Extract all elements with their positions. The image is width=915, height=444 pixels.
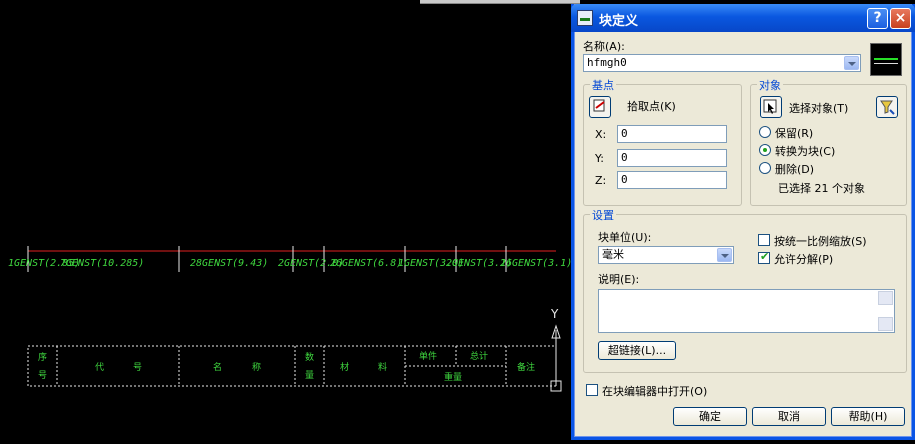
retain-label: 保留(R): [775, 127, 814, 140]
hyperlink-button[interactable]: 超链接(L)...: [598, 341, 676, 360]
scroll-down-icon[interactable]: [878, 317, 893, 331]
settings-group: 设置 块单位(U): 毫米 按统一比例缩放(S) 允许分解(P) 说明(E): …: [583, 207, 907, 373]
table-label: 序: [38, 351, 47, 363]
settings-title: 设置: [590, 207, 616, 223]
pick-point-label: 拾取点(K): [627, 100, 676, 113]
quick-select-button[interactable]: [876, 96, 898, 118]
scroll-up-icon[interactable]: [878, 291, 893, 305]
objects-title: 对象: [757, 77, 783, 93]
table-label: 料: [378, 361, 387, 373]
base-point-group: 基点 拾取点(K) X: 0 Y: 0 Z: 0: [583, 77, 742, 206]
dialog-titlebar[interactable]: 块定义 ? ×: [571, 4, 915, 32]
pick-point-icon: [593, 99, 605, 112]
y-value: 0: [621, 151, 628, 164]
close-icon[interactable]: ×: [890, 8, 911, 29]
description-label: 说明(E):: [598, 273, 640, 286]
select-objects-icon: [763, 99, 777, 114]
table-label: 单件: [419, 350, 437, 362]
pick-point-button[interactable]: [589, 96, 611, 118]
table-label: 数: [305, 351, 314, 363]
selected-count: 已选择 21 个对象: [778, 182, 865, 195]
name-value: hfmgh0: [587, 56, 627, 69]
delete-radio[interactable]: [759, 162, 771, 174]
objects-group: 对象 选择对象(T) 保留(R) 转换为块(C) 删除(D) 已选择 21 个对…: [750, 77, 907, 206]
ucs-y-label: Y: [550, 307, 559, 321]
help-icon[interactable]: ?: [867, 8, 888, 29]
gen-label: 26GENST(6.8): [330, 258, 402, 269]
block-unit-label: 块单位(U):: [598, 231, 652, 244]
block-definition-dialog: 块定义 ? × 名称(A): hfmgh0 基点 拾取点(K) X: 0 Y: …: [571, 4, 915, 440]
chevron-down-icon[interactable]: [844, 56, 859, 70]
select-objects-label: 选择对象(T): [789, 102, 849, 115]
open-in-editor-checkbox[interactable]: [586, 384, 598, 396]
ucs-icon: [550, 324, 562, 392]
dialog-title: 块定义: [599, 14, 639, 29]
z-value: 0: [621, 173, 628, 186]
table-label: 代: [95, 362, 104, 373]
table-label: 名: [213, 361, 222, 373]
z-label: Z:: [595, 174, 607, 187]
name-combobox[interactable]: hfmgh0: [583, 54, 861, 72]
help-button[interactable]: 帮助(H): [831, 407, 905, 426]
table-label: 重量: [444, 371, 462, 383]
z-field[interactable]: 0: [617, 171, 727, 189]
allow-explode-label: 允许分解(P): [774, 253, 834, 266]
base-point-title: 基点: [590, 77, 616, 93]
delete-label: 删除(D): [775, 163, 815, 176]
y-label: Y:: [595, 152, 604, 165]
description-textarea[interactable]: [598, 289, 895, 333]
x-field[interactable]: 0: [617, 125, 727, 143]
table-label: 总计: [470, 350, 488, 362]
table-label: 量: [305, 370, 314, 381]
gen-label: 7GENST(10.285): [60, 258, 144, 269]
x-value: 0: [621, 127, 628, 140]
retain-radio[interactable]: [759, 126, 771, 138]
table-label: 材: [340, 361, 349, 373]
ok-button[interactable]: 确定: [673, 407, 747, 426]
cancel-button[interactable]: 取消: [752, 407, 826, 426]
allow-explode-checkbox[interactable]: [758, 250, 770, 264]
x-label: X:: [595, 128, 607, 141]
convert-to-block-label: 转换为块(C): [775, 145, 836, 158]
y-field[interactable]: 0: [617, 149, 727, 167]
name-label: 名称(A):: [583, 40, 625, 53]
table-label: 号: [133, 362, 142, 373]
select-objects-button[interactable]: [760, 96, 782, 118]
table-label: 备注: [517, 361, 535, 373]
chevron-down-icon[interactable]: [717, 248, 732, 262]
block-preview: [870, 43, 902, 76]
block-unit-select[interactable]: 毫米: [598, 246, 734, 264]
autocad-app-icon: [577, 10, 593, 26]
block-unit-value: 毫米: [602, 248, 624, 261]
gen-label: 28GENST(9.43): [190, 258, 268, 269]
open-in-editor-label: 在块编辑器中打开(O): [602, 385, 708, 398]
table-label: 号: [38, 370, 47, 381]
uniform-scale-label: 按统一比例缩放(S): [774, 235, 867, 248]
quick-select-icon: [880, 100, 895, 115]
uniform-scale-checkbox[interactable]: [758, 234, 770, 246]
gen-label: 26GENST(3.1): [500, 258, 572, 269]
table-label: 称: [252, 361, 261, 373]
convert-to-block-radio[interactable]: [759, 144, 771, 156]
